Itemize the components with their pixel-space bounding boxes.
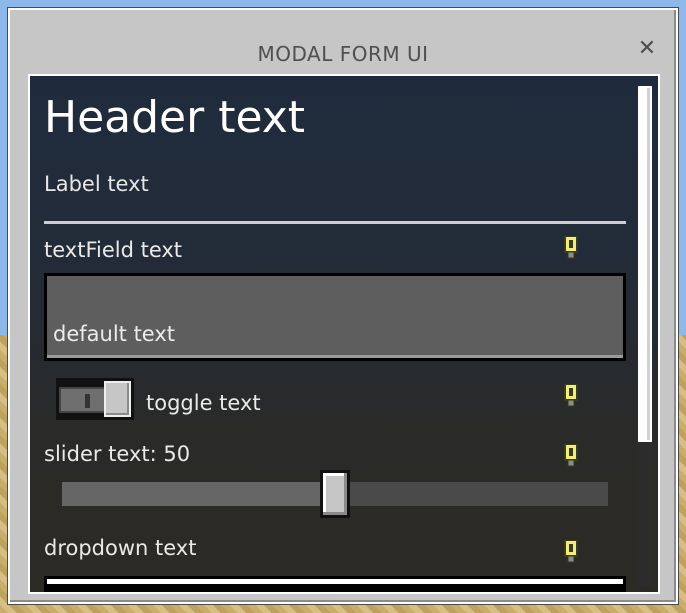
dropdown-box (47, 579, 623, 584)
toggle-label: toggle text (146, 391, 261, 415)
info-icon[interactable] (562, 236, 580, 260)
dropdown-label: dropdown text (44, 536, 197, 560)
text-field-label: textField text (44, 238, 183, 262)
dropdown[interactable] (44, 576, 626, 592)
modal-window: MODAL FORM UI ✕ Header text Label text t… (8, 8, 678, 604)
info-icon[interactable] (562, 384, 580, 408)
close-icon: ✕ (637, 36, 657, 61)
info-icon[interactable] (562, 540, 580, 564)
scrollbar[interactable] (638, 86, 652, 586)
divider (44, 221, 626, 224)
text-field-input[interactable] (44, 273, 626, 361)
toggle-notch (85, 394, 90, 408)
scrollbar-thumb[interactable] (638, 86, 652, 442)
form-label: Label text (44, 172, 149, 196)
toggle-track (59, 387, 107, 413)
slider-fill (62, 482, 335, 506)
form-header: Header text (44, 92, 306, 143)
slider-label: slider text: 50 (44, 442, 191, 466)
window-title: MODAL FORM UI (257, 42, 429, 66)
slider-handle[interactable] (320, 470, 350, 518)
form-content[interactable]: Header text Label text textField text to… (28, 74, 660, 594)
toggle-knob[interactable] (104, 381, 131, 417)
info-icon[interactable] (562, 444, 580, 468)
toggle-switch[interactable] (56, 378, 134, 420)
close-button[interactable]: ✕ (636, 38, 658, 60)
